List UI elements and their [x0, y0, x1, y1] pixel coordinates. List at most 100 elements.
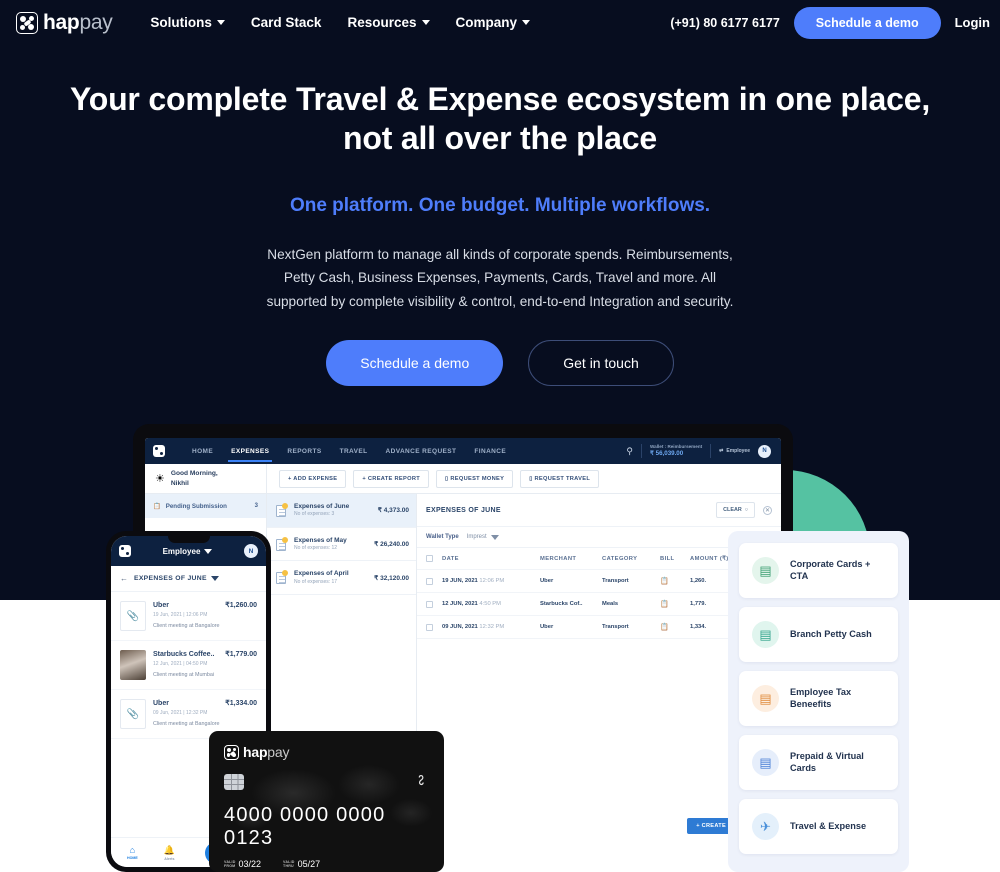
row-checkbox[interactable]: [426, 623, 433, 631]
contact-phone-number[interactable]: (+91) 80 6177 6177: [670, 16, 779, 30]
create-report-button[interactable]: + CREATE REPORT: [353, 469, 430, 488]
feature-card-corporate-cards[interactable]: ▤ Corporate Cards + CTA: [739, 543, 898, 598]
clear-button[interactable]: CLEAR ○: [716, 502, 755, 518]
nav-item-card-stack[interactable]: Card Stack: [251, 15, 322, 30]
cell-merchant: Uber: [540, 624, 554, 630]
nav-item-solutions[interactable]: Solutions: [150, 15, 225, 30]
request-travel-button[interactable]: ▯ REQUEST TRAVEL: [520, 469, 600, 488]
greeting-line-1: Good Morning,: [170, 469, 218, 477]
report-icon: [274, 536, 288, 552]
role-switcher[interactable]: ⇄ Employee: [719, 448, 750, 454]
contactless-icon: ∾: [412, 773, 430, 787]
avatar[interactable]: N: [758, 444, 771, 458]
phone-nav-home[interactable]: ⌂ HOME: [127, 845, 138, 860]
login-link[interactable]: Login: [955, 15, 990, 30]
cell-date-value: 12 JUN, 2021: [442, 601, 478, 607]
report-title: Expenses of April: [294, 570, 349, 578]
row-checkbox[interactable]: [426, 600, 433, 608]
chevron-down-icon: [204, 548, 213, 554]
cell-time-value: 12:06 PM: [479, 578, 505, 584]
valid-from-value: 03/22: [238, 859, 262, 869]
request-money-label: REQUEST MONEY: [450, 475, 505, 482]
column-header-date[interactable]: DATE: [442, 556, 540, 562]
sun-icon: ☀: [155, 473, 165, 485]
cell-merchant: Uber: [540, 578, 554, 584]
expense-datetime: 12 Jun, 2021 | 04:50 PM: [153, 660, 208, 667]
logo-text-bold: hap: [43, 10, 80, 34]
expense-description: Client meeting at Bangalore: [153, 623, 220, 629]
hero-schedule-demo-button[interactable]: Schedule a demo: [326, 340, 504, 387]
table-row[interactable]: 19 JUN, 2021 12:06 PM Uber Transport 📋 1…: [417, 570, 781, 593]
report-list-item[interactable]: Expenses of June No of expenses: 3 ₹ 4,3…: [267, 494, 416, 528]
search-icon[interactable]: ⚲: [626, 446, 633, 457]
app-nav-reports[interactable]: REPORTS: [278, 441, 330, 462]
hero-section: Your complete Travel & Expense ecosystem…: [0, 0, 1000, 387]
app-nav-expenses[interactable]: EXPENSES: [222, 441, 278, 462]
cell-time-value: 12:32 PM: [479, 624, 505, 630]
report-info: Expenses of May No of expenses: 12: [294, 536, 368, 553]
feature-card-travel-expense[interactable]: ✈ Travel & Expense: [739, 799, 898, 854]
card-chip-icon: [224, 774, 244, 790]
app-nav-right-group: ⚲ Wallet : Reimbursement ₹ 56,039.00 ⇄ Em…: [626, 444, 773, 458]
report-list-item[interactable]: Expenses of April No of expenses: 17 ₹ 3…: [267, 561, 416, 596]
table-header: EXPENSES OF JUNE CLEAR ○ ✕: [417, 494, 781, 527]
cell-date: 19 JUN, 2021 12:06 PM: [442, 578, 540, 584]
hero-title-line-1: Your complete Travel & Expense ecosystem…: [69, 81, 931, 117]
list-item[interactable]: Starbucks Coffee.. ₹1,779.00 12 Jun, 202…: [111, 641, 266, 690]
greeting-line-2: Nikhil: [170, 479, 189, 487]
feature-card-label: Employee Tax Beneefits: [790, 687, 852, 709]
feature-card-branch-petty-cash[interactable]: ▤ Branch Petty Cash: [739, 607, 898, 662]
bill-icon[interactable]: 📋: [660, 600, 690, 608]
table-row[interactable]: 12 JUN, 2021 4:50 PM Starbucks Cof.. Mea…: [417, 593, 781, 616]
chevron-down-icon: [490, 534, 499, 540]
request-money-button[interactable]: ▯ REQUEST MONEY: [436, 469, 514, 488]
app-nav-advance-request[interactable]: ADVANCE REQUEST: [377, 441, 466, 462]
site-header: happay Solutions Card Stack Resources Co…: [0, 0, 1000, 45]
switch-icon: ⇄: [719, 448, 724, 454]
column-header-category[interactable]: CATEGORY: [602, 556, 660, 562]
happay-logo[interactable]: happay: [16, 10, 113, 35]
attachment-icon: 📎: [120, 699, 146, 729]
nav-item-company[interactable]: Company: [456, 15, 531, 30]
valid-thru-group: VALID THRU 05/27: [283, 859, 320, 869]
app-nav-home[interactable]: HOME: [183, 441, 222, 462]
table-row[interactable]: 09 JUN, 2021 12:32 PM Uber Transport 📋 1…: [417, 616, 781, 639]
app-nav-travel[interactable]: TRAVEL: [331, 441, 377, 462]
expense-merchant: Uber: [153, 602, 169, 609]
phone-section-label: EXPENSES OF JUNE: [134, 575, 207, 582]
clipboard-icon: 📋: [153, 503, 161, 510]
feature-card-prepaid-virtual-cards[interactable]: ▤ Prepaid & Virtual Cards: [739, 735, 898, 790]
report-subtitle: No of expenses: 3: [294, 511, 335, 518]
attachment-icon: 📎: [120, 601, 146, 631]
add-expense-button[interactable]: + ADD EXPENSE: [279, 469, 347, 488]
hero-get-in-touch-button[interactable]: Get in touch: [528, 340, 674, 387]
phone-section-title[interactable]: EXPENSES OF JUNE: [134, 575, 219, 582]
logo-text-light: pay: [79, 10, 113, 34]
header-actions: (+91) 80 6177 6177 Schedule a demo Login: [670, 6, 990, 39]
header-schedule-demo-button[interactable]: Schedule a demo: [793, 6, 941, 39]
back-arrow-icon[interactable]: ←: [120, 574, 128, 583]
chevron-down-icon: [522, 20, 531, 25]
list-item[interactable]: 📎 Uber ₹1,260.00 19 Jun, 2021 | 12:06 PM…: [111, 592, 266, 641]
cell-date: 09 JUN, 2021 12:32 PM: [442, 624, 540, 630]
expense-datetime: 09 Jun, 2021 | 12:32 PM: [153, 709, 208, 716]
nav-item-resources[interactable]: Resources: [347, 15, 430, 30]
phone-section-header: ← EXPENSES OF JUNE: [111, 566, 266, 592]
wallet-balance[interactable]: Wallet : Reimbursement ₹ 56,039.00: [650, 444, 702, 457]
bill-icon[interactable]: 📋: [660, 577, 690, 585]
phone-role-switcher[interactable]: Employee: [163, 547, 213, 556]
bill-icon[interactable]: 📋: [660, 623, 690, 631]
report-list-item[interactable]: Expenses of May No of expenses: 12 ₹ 26,…: [267, 528, 416, 562]
list-item-row: Starbucks Coffee.. ₹1,779.00: [153, 650, 257, 661]
row-checkbox[interactable]: [426, 577, 433, 585]
filter-pending-submission[interactable]: 📋 Pending Submission 3: [145, 494, 266, 518]
select-all-checkbox[interactable]: [426, 555, 433, 562]
hero-title-line-2: not all over the place: [343, 120, 657, 157]
app-nav-finance[interactable]: FINANCE: [465, 441, 515, 462]
avatar[interactable]: N: [243, 544, 258, 558]
feature-card-employee-tax-benefits[interactable]: ▤ Employee Tax Beneefits: [739, 671, 898, 726]
close-icon[interactable]: ✕: [763, 505, 772, 515]
report-subtitle: No of expenses: 12: [294, 545, 338, 552]
phone-nav-alerts[interactable]: 🔔 Alerts: [164, 845, 175, 861]
wallet-type-select[interactable]: Imprest: [467, 534, 499, 540]
